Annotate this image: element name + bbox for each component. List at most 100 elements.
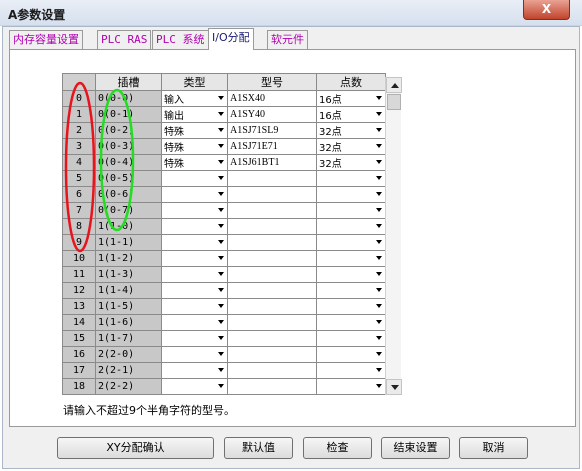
points-select[interactable]	[316, 266, 386, 283]
dropdown-arrow-icon[interactable]	[376, 256, 382, 260]
column-header-points[interactable]: 点数	[316, 73, 386, 91]
cancel-button[interactable]: 取消	[459, 437, 528, 459]
slot-cell[interactable]: 0(0-4)	[95, 154, 162, 171]
points-select[interactable]	[316, 234, 386, 251]
table-row[interactable]: 13 1(1-5)	[62, 298, 386, 315]
row-number-cell[interactable]: 7	[62, 202, 96, 219]
points-select[interactable]: 16点	[316, 90, 386, 107]
dropdown-arrow-icon[interactable]	[376, 176, 382, 180]
row-number-cell[interactable]: 6	[62, 186, 96, 203]
dropdown-arrow-icon[interactable]	[376, 352, 382, 356]
model-input[interactable]	[227, 234, 317, 251]
dropdown-arrow-icon[interactable]	[376, 288, 382, 292]
table-row[interactable]: 17 2(2-1)	[62, 362, 386, 379]
model-input[interactable]	[227, 250, 317, 267]
slot-cell[interactable]: 0(0-6)	[95, 186, 162, 203]
model-input[interactable]	[227, 266, 317, 283]
model-input[interactable]: A1SJ71E71	[227, 138, 317, 155]
dropdown-arrow-icon[interactable]	[376, 320, 382, 324]
type-select[interactable]	[161, 186, 228, 203]
table-row[interactable]: 9 1(1-1)	[62, 234, 386, 251]
dropdown-arrow-icon[interactable]	[376, 272, 382, 276]
row-number-cell[interactable]: 14	[62, 314, 96, 331]
model-input[interactable]	[227, 218, 317, 235]
row-number-cell[interactable]: 0	[62, 90, 96, 107]
dropdown-arrow-icon[interactable]	[218, 288, 224, 292]
table-corner[interactable]	[62, 73, 96, 91]
model-input[interactable]	[227, 170, 317, 187]
row-number-cell[interactable]: 10	[62, 250, 96, 267]
table-row[interactable]: 8 1(1-0)	[62, 218, 386, 235]
dropdown-arrow-icon[interactable]	[376, 384, 382, 388]
table-row[interactable]: 4 0(0-4) 特殊 A1SJ61BT1 32点	[62, 154, 386, 171]
points-select[interactable]	[316, 314, 386, 331]
points-select[interactable]	[316, 282, 386, 299]
slot-cell[interactable]: 0(0-1)	[95, 106, 162, 123]
dropdown-arrow-icon[interactable]	[218, 336, 224, 340]
dropdown-arrow-icon[interactable]	[218, 144, 224, 148]
column-header-model[interactable]: 型号	[227, 73, 317, 91]
dropdown-arrow-icon[interactable]	[376, 160, 382, 164]
row-number-cell[interactable]: 18	[62, 378, 96, 395]
table-row[interactable]: 18 2(2-2)	[62, 378, 386, 395]
row-number-cell[interactable]: 8	[62, 218, 96, 235]
type-select[interactable]: 特殊	[161, 138, 228, 155]
slot-cell[interactable]: 0(0-2)	[95, 122, 162, 139]
dropdown-arrow-icon[interactable]	[218, 112, 224, 116]
table-row[interactable]: 15 1(1-7)	[62, 330, 386, 347]
points-select[interactable]	[316, 170, 386, 187]
dropdown-arrow-icon[interactable]	[218, 384, 224, 388]
type-select[interactable]	[161, 218, 228, 235]
check-button[interactable]: 检查	[303, 437, 372, 459]
type-select[interactable]	[161, 362, 228, 379]
model-input[interactable]	[227, 282, 317, 299]
points-select[interactable]	[316, 218, 386, 235]
row-number-cell[interactable]: 12	[62, 282, 96, 299]
type-select[interactable]	[161, 298, 228, 315]
row-number-cell[interactable]: 16	[62, 346, 96, 363]
dropdown-arrow-icon[interactable]	[376, 336, 382, 340]
table-row[interactable]: 1 0(0-1) 输出 A1SY40 16点	[62, 106, 386, 123]
type-select[interactable]: 输出	[161, 106, 228, 123]
slot-cell[interactable]: 0(0-0)	[95, 90, 162, 107]
table-row[interactable]: 3 0(0-3) 特殊 A1SJ71E71 32点	[62, 138, 386, 155]
type-select[interactable]	[161, 314, 228, 331]
points-select[interactable]	[316, 186, 386, 203]
row-number-cell[interactable]: 17	[62, 362, 96, 379]
dropdown-arrow-icon[interactable]	[218, 272, 224, 276]
column-header-type[interactable]: 类型	[161, 73, 228, 91]
dropdown-arrow-icon[interactable]	[218, 96, 224, 100]
dropdown-arrow-icon[interactable]	[376, 112, 382, 116]
vertical-scrollbar[interactable]	[385, 77, 402, 395]
dropdown-arrow-icon[interactable]	[218, 352, 224, 356]
row-number-cell[interactable]: 5	[62, 170, 96, 187]
points-select[interactable]	[316, 202, 386, 219]
table-row[interactable]: 7 0(0-7)	[62, 202, 386, 219]
type-select[interactable]	[161, 234, 228, 251]
slot-cell[interactable]: 0(0-3)	[95, 138, 162, 155]
dropdown-arrow-icon[interactable]	[218, 224, 224, 228]
row-number-cell[interactable]: 9	[62, 234, 96, 251]
dropdown-arrow-icon[interactable]	[376, 96, 382, 100]
tab-io-assignment[interactable]: I/O分配	[208, 28, 254, 50]
slot-cell[interactable]: 2(2-2)	[95, 378, 162, 395]
slot-cell[interactable]: 2(2-1)	[95, 362, 162, 379]
default-value-button[interactable]: 默认值	[224, 437, 293, 459]
tab-plc-ras[interactable]: PLC RAS	[97, 30, 152, 49]
points-select[interactable]	[316, 298, 386, 315]
type-select[interactable]	[161, 250, 228, 267]
tab-memory-capacity[interactable]: 内存容量设置	[9, 30, 83, 49]
dropdown-arrow-icon[interactable]	[218, 240, 224, 244]
points-select[interactable]: 32点	[316, 122, 386, 139]
points-select[interactable]	[316, 330, 386, 347]
dropdown-arrow-icon[interactable]	[376, 240, 382, 244]
dropdown-arrow-icon[interactable]	[376, 368, 382, 372]
points-select[interactable]	[316, 362, 386, 379]
table-row[interactable]: 12 1(1-4)	[62, 282, 386, 299]
dropdown-arrow-icon[interactable]	[376, 208, 382, 212]
model-input[interactable]	[227, 362, 317, 379]
type-select[interactable]: 特殊	[161, 122, 228, 139]
table-row[interactable]: 10 1(1-2)	[62, 250, 386, 267]
model-input[interactable]: A1SX40	[227, 90, 317, 107]
table-row[interactable]: 11 1(1-3)	[62, 266, 386, 283]
